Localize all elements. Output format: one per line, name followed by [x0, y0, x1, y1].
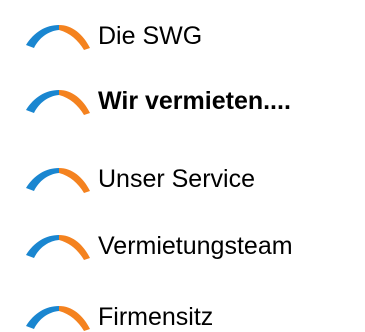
nav-item-wir-vermieten[interactable]: Wir vermieten.... [20, 81, 291, 121]
nav-item-label: Vermietungsteam [98, 232, 293, 260]
nav-item-die-swg[interactable]: Die SWG [20, 16, 202, 56]
swg-logo-arc-icon [26, 235, 90, 260]
nav-item-label: Die SWG [98, 22, 203, 50]
swg-logo-arc-icon [26, 168, 90, 193]
nav-item-label: Unser Service [98, 165, 255, 193]
swg-logo-arc-icon [26, 306, 90, 331]
swg-logo-arc-icon [26, 90, 90, 115]
nav-item-label: Firmensitz [98, 303, 214, 331]
nav-item-vermietungsteam[interactable]: Vermietungsteam [20, 226, 293, 266]
nav-item-firmensitz[interactable]: Firmensitz [20, 297, 213, 332]
nav-item-label: Wir vermieten.... [98, 87, 291, 115]
nav-item-unser-service[interactable]: Unser Service [20, 159, 255, 199]
swg-logo-arc-icon [26, 25, 90, 50]
main-navigation-menu: Die SWG Wir vermieten.... Unser Service … [0, 0, 365, 332]
